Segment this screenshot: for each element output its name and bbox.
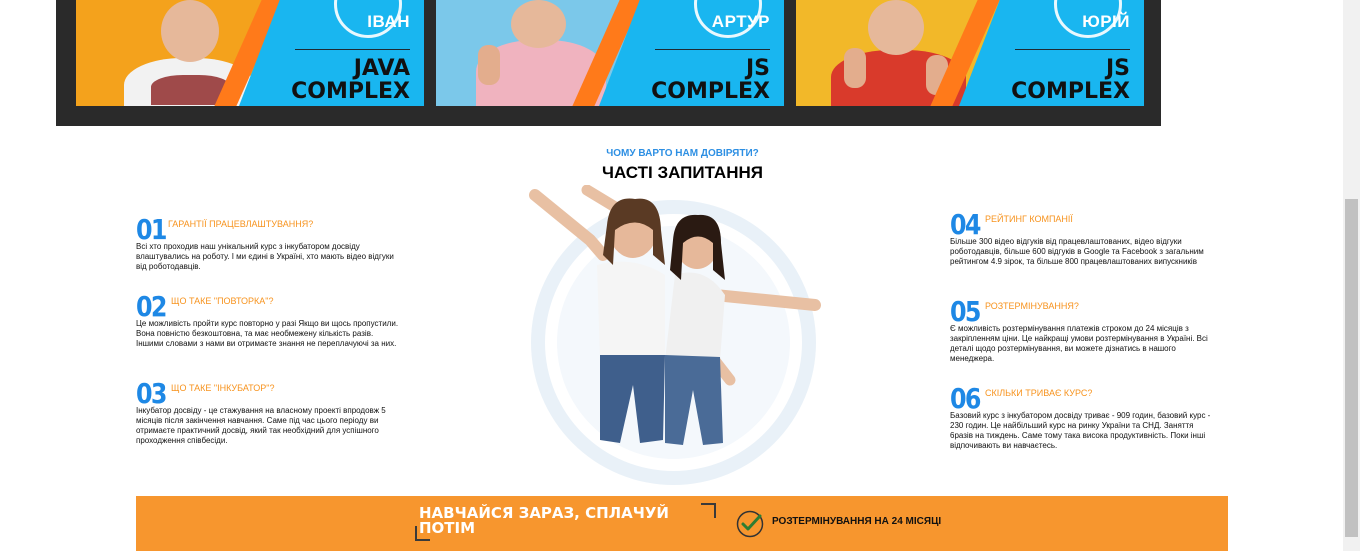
faq-item-6: 06 СКІЛЬКИ ТРИВАЄ КУРС? Базовий курс з і… [950,382,1220,462]
course-name-line2: COMPLEX [291,79,410,104]
faq-question: ЩО ТАКЕ "ПОВТОРКА"? [171,296,274,306]
faq-question: СКІЛЬКИ ТРИВАЄ КУРС? [985,388,1093,398]
faq-answer: Базовий курс з інкубатором досвіду трива… [950,411,1211,450]
faq-question: ГАРАНТІЇ ПРАЦЕВЛАШТУВАННЯ? [168,219,314,229]
scrollbar-thumb[interactable] [1345,199,1358,537]
course-name-line2: COMPLEX [651,79,770,104]
course-name-line2: COMPLEX [1011,79,1130,104]
faq-question: ЩО ТАКЕ "ІНКУБАТОР"? [171,383,275,393]
faq-answer: Всі хто проходив наш унікальний курс з і… [136,242,394,271]
faq-answer: Інкубатор досвіду - це стажування на вла… [136,406,386,445]
faq-item-5: 05 РОЗТЕРМІНУВАННЯ? Є можливість розтерм… [950,295,1220,375]
course-name-line1: JS [1105,56,1130,81]
faq-item-1: 01 ГАРАНТІЇ ПРАЦЕВЛАШТУВАННЯ? Всі хто пр… [136,213,406,283]
two-women-photo [529,185,821,445]
student-name: ЮРІЙ [1082,12,1130,31]
checkmark-icon [736,510,764,538]
section-kicker: ЧОМУ ВАРТО НАМ ДОВІРЯТИ? [606,148,759,159]
installment-banner: НАВЧАЙСЯ ЗАРАЗ, СПЛАЧУЙ ПОТІМ РОЗТЕРМІНУ… [136,496,1228,551]
video-card-ivan[interactable]: ІВАН JAVA COMPLEX [76,0,424,106]
faq-answer: Це можливість пройти курс повторно у раз… [136,319,399,348]
faq-answer: Є можливість розтермінування платежів ст… [950,324,1208,363]
course-name-line1: JS [745,56,770,81]
study-now-pay-later-button[interactable]: НАВЧАЙСЯ ЗАРАЗ, СПЛАЧУЙ ПОТІМ [419,506,689,536]
section-title: ЧАСТІ ЗАПИТАННЯ [602,163,763,182]
faq-item-3: 03 ЩО ТАКЕ "ІНКУБАТОР"? Інкубатор досвід… [136,377,406,457]
faq-item-4: 04 РЕЙТИНГ КОМПАНІЇ Більше 300 відео від… [950,208,1220,288]
student-name: АРТУР [711,12,770,31]
faq-item-2: 02 ЩО ТАКЕ "ПОВТОРКА"? Це можливість про… [136,290,406,370]
video-card-artur[interactable]: АРТУР JS COMPLEX [436,0,784,106]
installment-label: РОЗТЕРМІНУВАННЯ НА 24 МІСЯЦІ [772,516,942,527]
student-name: ІВАН [367,12,410,31]
corner-bracket-decoration [701,503,716,518]
video-testimonials-strip: ІВАН JAVA COMPLEX АРТУР JS COMPLEX ЮРІЙ [56,0,1161,126]
faq-question: РЕЙТИНГ КОМПАНІЇ [985,214,1073,224]
faq-question: РОЗТЕРМІНУВАННЯ? [985,301,1079,311]
faq-answer: Більше 300 відео відгуків від працевлашт… [950,237,1204,266]
video-card-yurii[interactable]: ЮРІЙ JS COMPLEX [796,0,1144,106]
course-name-line1: JAVA [353,56,410,81]
